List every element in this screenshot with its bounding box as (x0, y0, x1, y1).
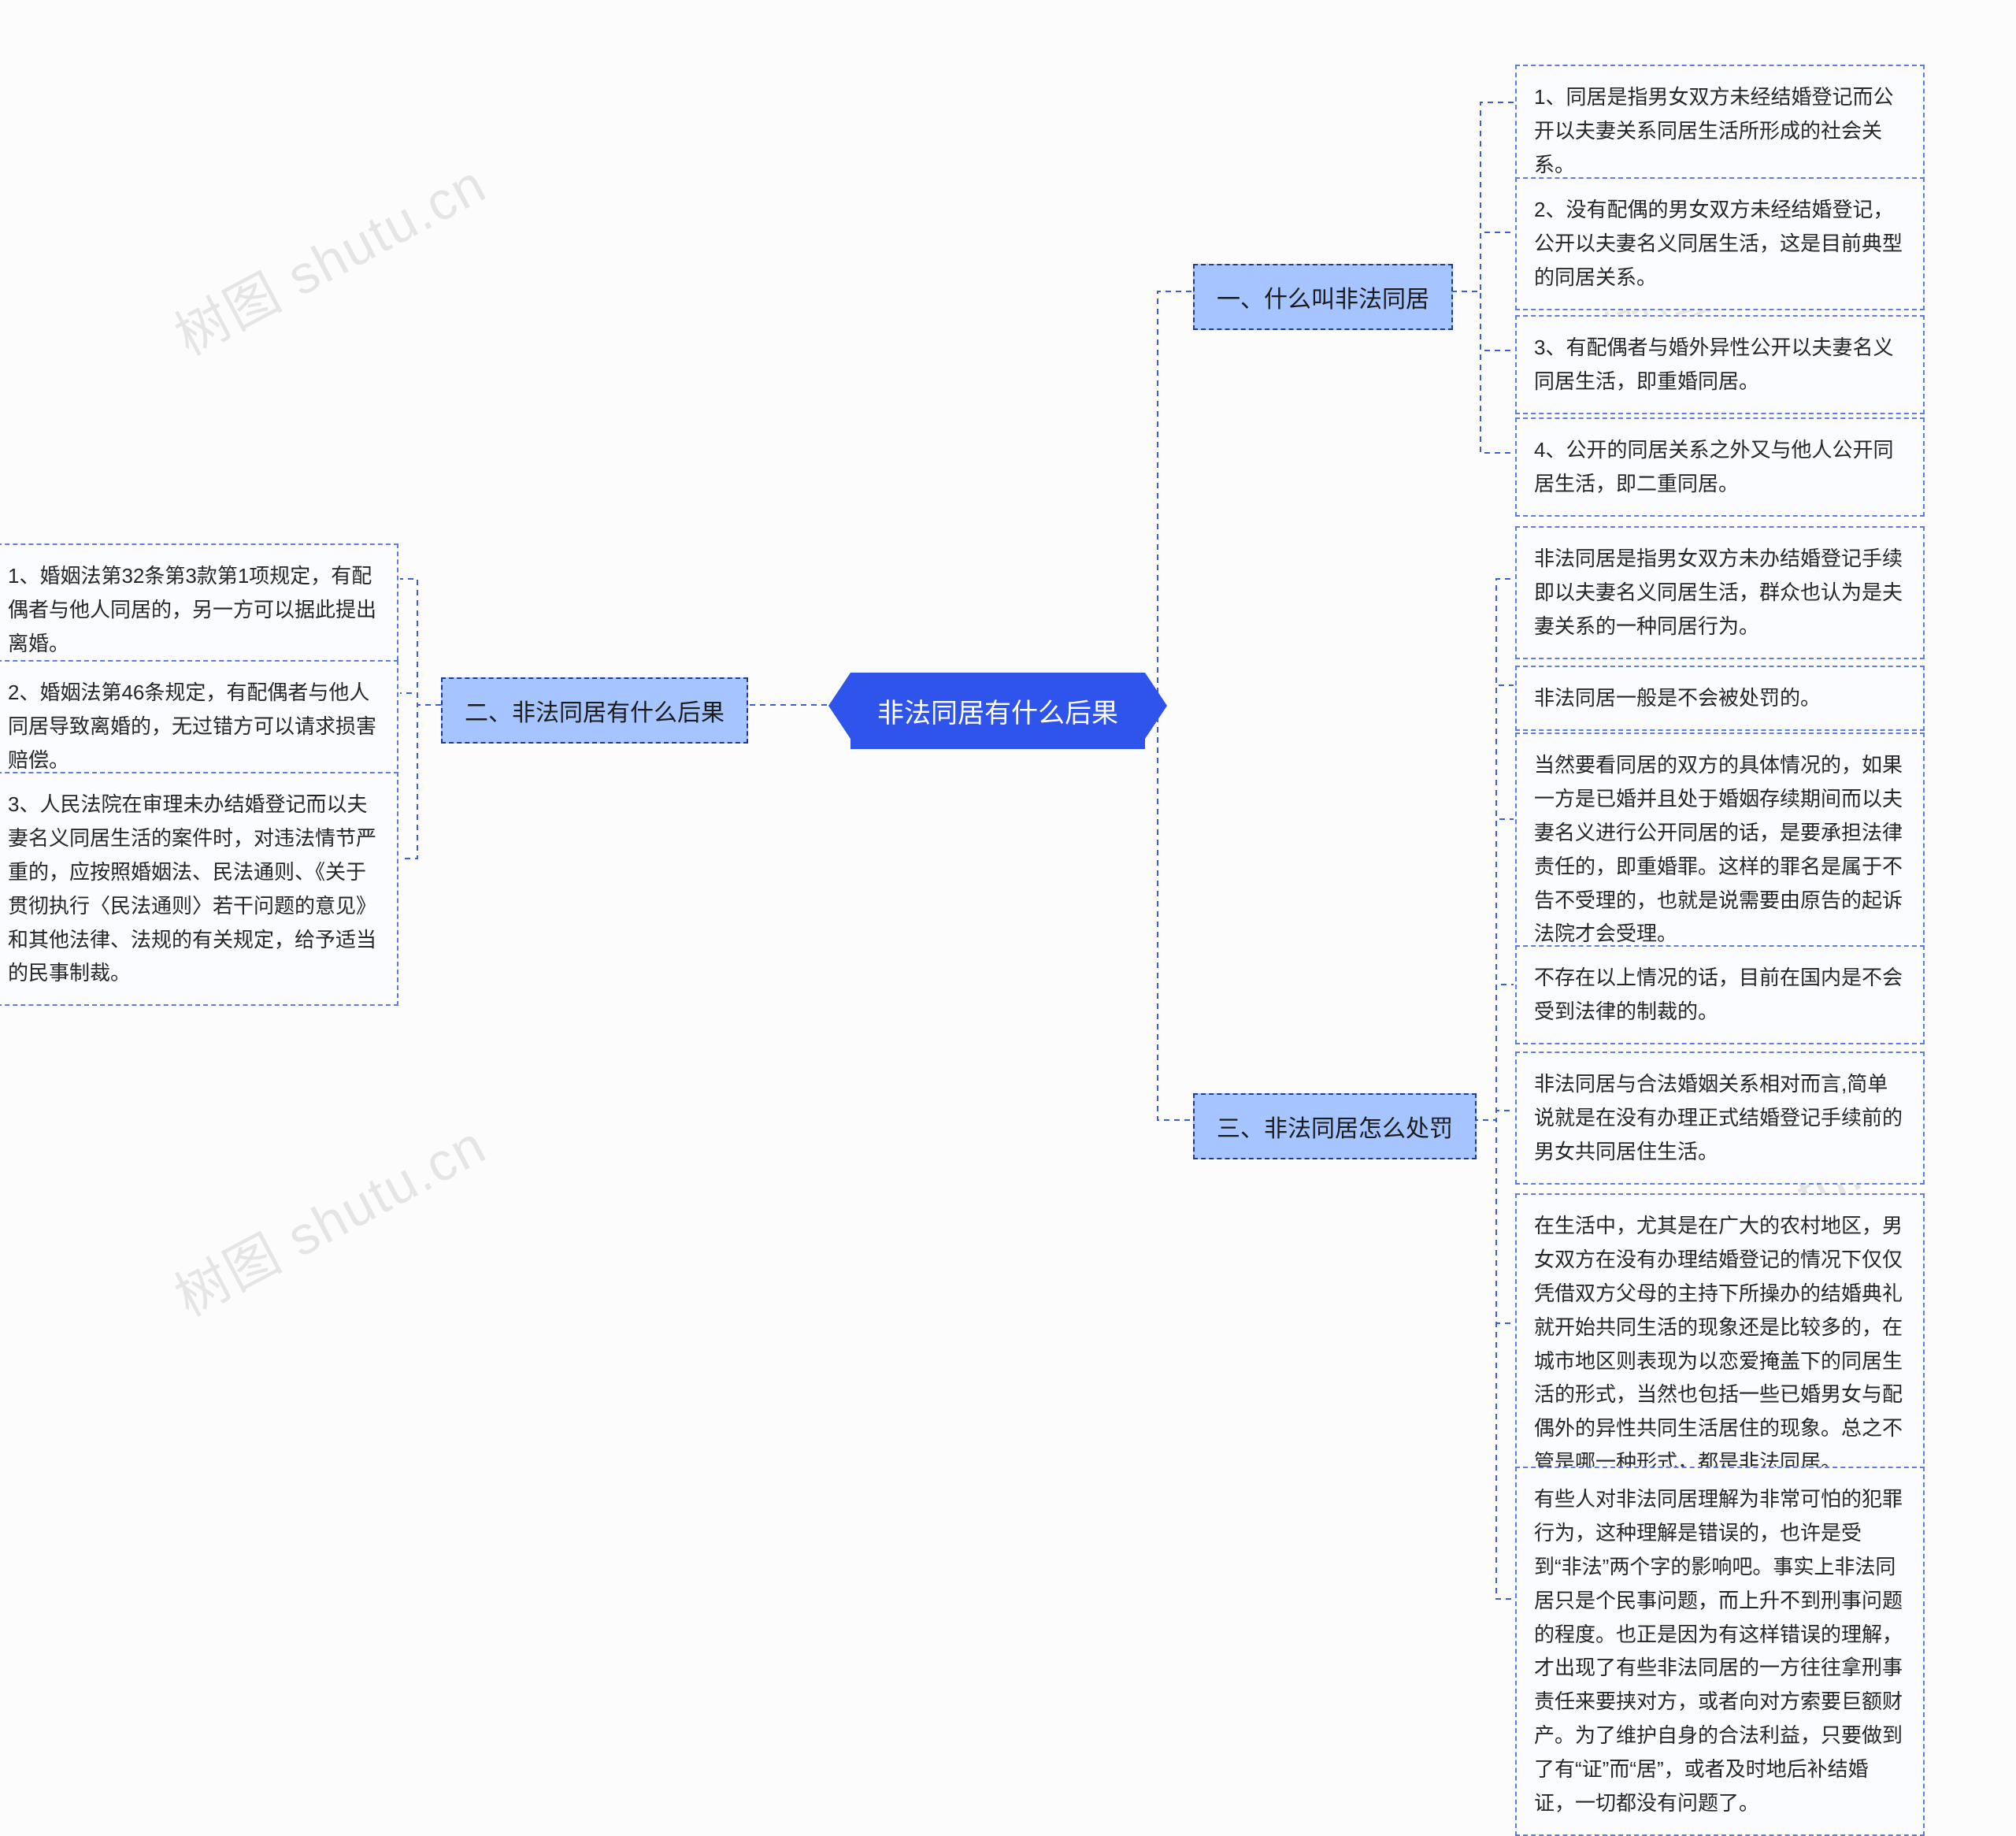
branch3-item-1: 非法同居一般是不会被处罚的。 (1534, 686, 1821, 710)
leaf-node: 4、公开的同居关系之外又与他人公开同居生活，即二重同居。 (1515, 417, 1925, 517)
leaf-node: 不存在以上情况的话，目前在国内是不会受到法律的制裁的。 (1515, 945, 1925, 1044)
branch2-item-2: 3、人民法院在审理未办结婚登记而以夫妻名义同居生活的案件时，对违法情节严重的，应… (8, 792, 376, 985)
branch1-item-3: 4、公开的同居关系之外又与他人公开同居生活，即二重同居。 (1534, 438, 1893, 495)
watermark: 树图 shutu.cn (159, 141, 498, 370)
branch1-item-0: 1、同居是指男女双方未经结婚登记而公开以夫妻关系同居生活所形成的社会关系。 (1534, 85, 1893, 176)
branch1-title: 一、什么叫非法同居 (1217, 287, 1429, 313)
branch3-item-2: 当然要看同居的双方的具体情况的，如果一方是已婚并且处于婚姻存续期间而以夫妻名义进… (1534, 753, 1903, 945)
branch2-item-0: 1、婚姻法第32条第3款第1项规定，有配偶者与他人同居的，另一方可以据此提出离婚… (8, 564, 376, 655)
leaf-node: 3、人民法院在审理未办结婚登记而以夫妻名义同居生活的案件时，对违法情节严重的，应… (0, 772, 398, 1006)
branch3-item-6: 有些人对非法同居理解为非常可怕的犯罪行为，这种理解是错误的，也许是受到“非法”两… (1534, 1487, 1903, 1815)
branch-node-3: 三、非法同居怎么处罚 (1193, 1093, 1477, 1159)
branch3-item-0: 非法同居是指男女双方未办结婚登记手续即以夫妻名义同居生活，群众也认为是夫妻关系的… (1534, 547, 1903, 638)
leaf-node: 有些人对非法同居理解为非常可怕的犯罪行为，这种理解是错误的，也许是受到“非法”两… (1515, 1467, 1925, 1836)
branch2-title: 二、非法同居有什么后果 (465, 700, 724, 726)
root-title: 非法同居有什么后果 (877, 699, 1118, 729)
leaf-node: 3、有配偶者与婚外异性公开以夫妻名义同居生活，即重婚同居。 (1515, 315, 1925, 414)
leaf-node: 非法同居一般是不会被处罚的。 (1515, 666, 1925, 731)
branch1-item-1: 2、没有配偶的男女双方未经结婚登记，公开以夫妻名义同居生活，这是目前典型的同居关… (1534, 198, 1903, 289)
leaf-node: 2、没有配偶的男女双方未经结婚登记，公开以夫妻名义同居生活，这是目前典型的同居关… (1515, 177, 1925, 310)
branch-node-1: 一、什么叫非法同居 (1193, 264, 1453, 330)
branch-node-2: 二、非法同居有什么后果 (441, 677, 748, 744)
branch2-item-1: 2、婚姻法第46条规定，有配偶者与他人同居导致离婚的，无过错方可以请求损害赔偿。 (8, 681, 376, 772)
leaf-node: 1、婚姻法第32条第3款第1项规定，有配偶者与他人同居的，另一方可以据此提出离婚… (0, 543, 398, 677)
root-node: 非法同居有什么后果 (850, 673, 1145, 749)
branch3-item-5: 在生活中，尤其是在广大的农村地区，男女双方在没有办理结婚登记的情况下仅仅凭借双方… (1534, 1214, 1903, 1474)
leaf-node: 在生活中，尤其是在广大的农村地区，男女双方在没有办理结婚登记的情况下仅仅凭借双方… (1515, 1193, 1925, 1495)
leaf-node: 非法同居是指男女双方未办结婚登记手续即以夫妻名义同居生活，群众也认为是夫妻关系的… (1515, 526, 1925, 659)
leaf-node: 当然要看同居的双方的具体情况的，如果一方是已婚并且处于婚姻存续期间而以夫妻名义进… (1515, 733, 1925, 966)
branch3-item-4: 非法同居与合法婚姻关系相对而言,简单说就是在没有办理正式结婚登记手续前的男女共同… (1534, 1072, 1903, 1163)
branch1-item-2: 3、有配偶者与婚外异性公开以夫妻名义同居生活，即重婚同居。 (1534, 336, 1893, 393)
branch3-title: 三、非法同居怎么处罚 (1217, 1116, 1453, 1142)
leaf-node: 非法同居与合法婚姻关系相对而言,简单说就是在没有办理正式结婚登记手续前的男女共同… (1515, 1052, 1925, 1185)
branch3-item-3: 不存在以上情况的话，目前在国内是不会受到法律的制裁的。 (1534, 966, 1903, 1023)
watermark: 树图 shutu.cn (159, 1102, 498, 1331)
